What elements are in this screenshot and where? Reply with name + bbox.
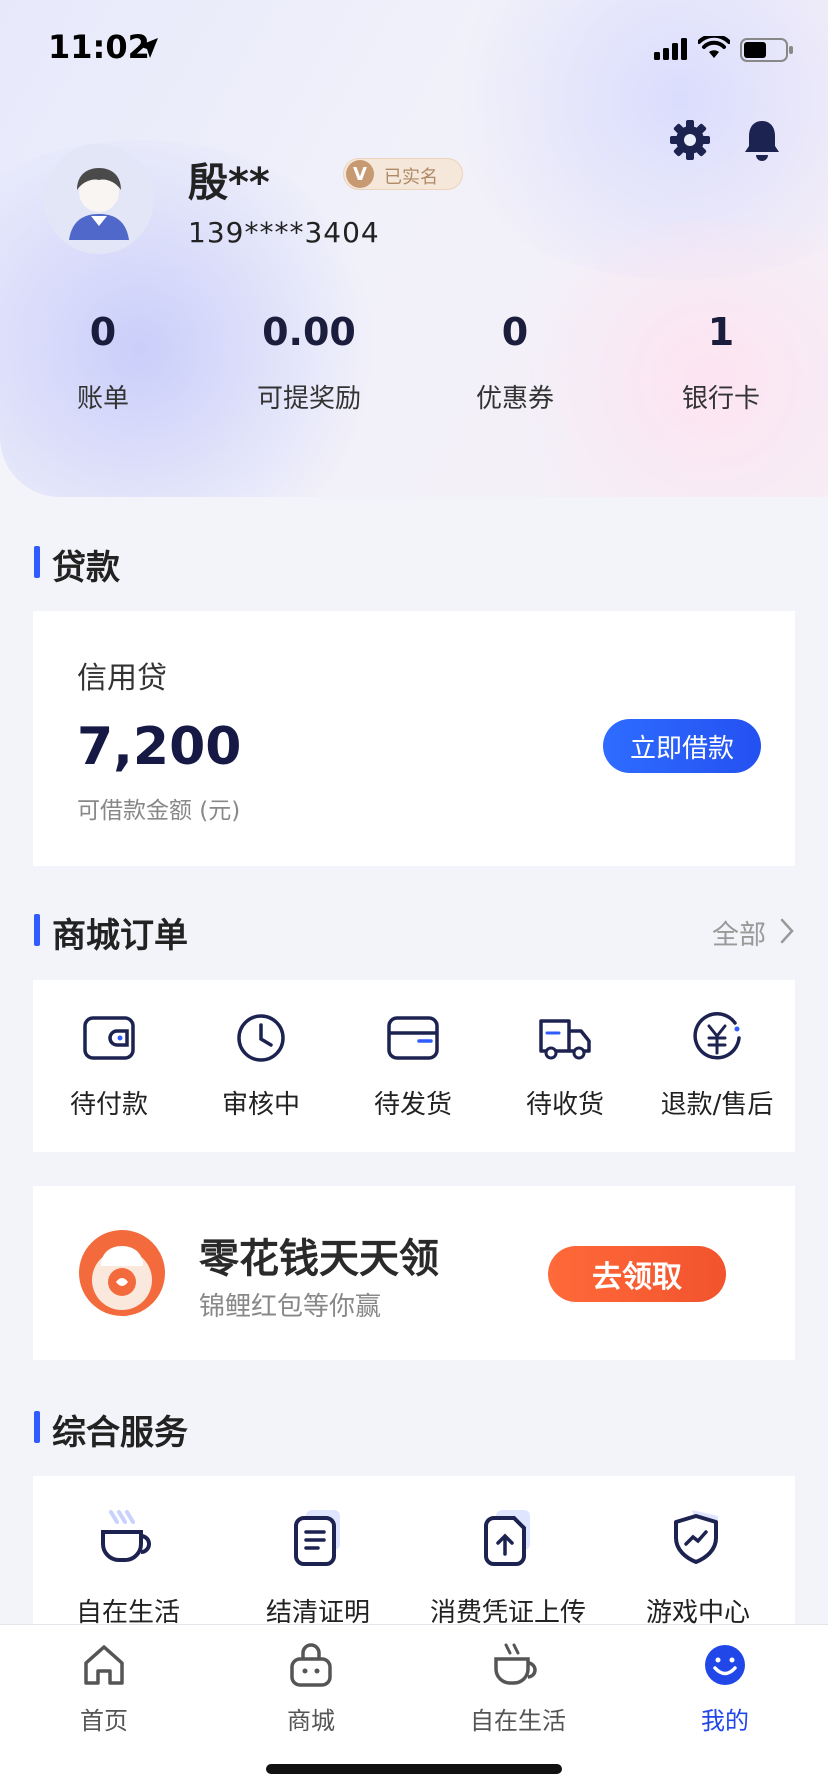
stat-coupons[interactable]: 0 优惠券: [412, 310, 618, 415]
user-avatar[interactable]: [44, 144, 154, 254]
verified-badge: V 已实名: [343, 158, 463, 190]
shield-icon: [674, 1510, 718, 1564]
order-item-label: 审核中: [221, 1090, 300, 1120]
order-item-label: 待收货: [525, 1090, 604, 1120]
promo-banner[interactable]: 零花钱天天领 锦鲤红包等你赢 去领取: [33, 1186, 795, 1360]
section-title-orders: 商城订单: [34, 908, 188, 957]
red-envelope-mascot-icon: [79, 1230, 165, 1316]
cellular-signal-icon: [654, 38, 687, 60]
loan-product-label: 信用贷: [77, 661, 167, 696]
tab-label: 自在生活: [470, 1707, 566, 1735]
shopping-bag-icon: [290, 1643, 332, 1687]
package-icon: [387, 1016, 439, 1060]
tab-label: 我的: [701, 1707, 749, 1735]
section-title-services: 综合服务: [34, 1405, 188, 1454]
promo-subtitle: 锦鲤红包等你赢: [199, 1292, 382, 1322]
document-icon: [294, 1510, 340, 1566]
tab-zizai-life[interactable]: 自在生活: [438, 1637, 598, 1736]
wallet-icon: [83, 1016, 135, 1060]
loan-amount-caption: 可借款金额 (元): [77, 798, 241, 824]
upload-file-icon: [484, 1510, 530, 1566]
order-item-label: 待发货: [373, 1090, 452, 1120]
wifi-icon: [698, 36, 730, 58]
order-item-label: 退款/售后: [660, 1090, 774, 1120]
tab-mine[interactable]: 我的: [645, 1637, 805, 1736]
user-phone: 139****3404: [188, 216, 380, 249]
user-name: 殷**: [188, 160, 270, 206]
stat-bank-cards[interactable]: 1 银行卡: [618, 310, 824, 415]
loan-amount: 7,200: [77, 717, 242, 777]
coffee-cup-icon: [101, 1510, 151, 1562]
service-zizai-life[interactable]: 自在生活: [33, 1506, 223, 1629]
status-time: 11:02: [48, 28, 150, 66]
stat-value: 1: [707, 310, 735, 354]
tab-mall[interactable]: 商城: [231, 1637, 391, 1736]
coffee-cup-icon: [494, 1643, 537, 1685]
services-card: 自在生活 结清证明 消费凭证上传 游戏中心: [33, 1476, 795, 1629]
stat-value: 0: [501, 310, 529, 354]
verified-badge-label: 已实名: [384, 167, 438, 188]
verified-v-icon: V: [346, 160, 374, 188]
stat-label: 可提奖励: [256, 384, 361, 414]
tab-label: 首页: [80, 1707, 128, 1735]
tab-label: 商城: [287, 1707, 335, 1735]
settings-gear-icon[interactable]: [668, 118, 712, 162]
stat-value: 0: [89, 310, 117, 354]
stat-label: 银行卡: [681, 384, 760, 414]
order-under-review[interactable]: 审核中: [185, 1010, 337, 1121]
order-item-label: 待付款: [69, 1090, 148, 1120]
home-indicator: [266, 1764, 562, 1774]
stat-rewards[interactable]: 0.00 可提奖励: [206, 310, 412, 415]
clock-icon: [237, 1014, 285, 1062]
stat-label: 账单: [76, 384, 129, 414]
stat-label: 优惠券: [475, 384, 554, 414]
tab-home[interactable]: 首页: [24, 1637, 184, 1736]
loan-card: 信用贷 7,200 可借款金额 (元) 立即借款: [33, 611, 795, 866]
orders-card: 待付款 审核中 待发货 待收货 退款/售后: [33, 980, 795, 1152]
promo-title: 零花钱天天领: [199, 1236, 439, 1282]
stat-value: 0.00: [262, 310, 356, 354]
stat-bills[interactable]: 0 账单: [0, 310, 206, 415]
yuan-refund-icon: [693, 1012, 741, 1060]
notification-bell-icon[interactable]: [742, 118, 782, 162]
truck-icon: [539, 1019, 591, 1060]
smile-icon: [705, 1645, 745, 1685]
location-arrow-icon: [138, 38, 158, 58]
claim-button[interactable]: 去领取: [548, 1246, 726, 1302]
orders-view-all-link[interactable]: 全部: [712, 913, 766, 952]
home-icon: [84, 1645, 124, 1685]
order-pending-shipment[interactable]: 待发货: [337, 1010, 489, 1121]
order-pending-payment[interactable]: 待付款: [33, 1010, 185, 1121]
service-voucher-upload[interactable]: 消费凭证上传: [413, 1506, 603, 1629]
order-refund-aftersale[interactable]: 退款/售后: [641, 1010, 793, 1121]
chevron-right-icon[interactable]: [780, 918, 794, 944]
service-game-center[interactable]: 游戏中心: [603, 1506, 793, 1629]
battery-icon: [740, 38, 793, 62]
section-title-loan: 贷款: [34, 540, 120, 589]
order-pending-receipt[interactable]: 待收货: [489, 1010, 641, 1121]
borrow-now-button[interactable]: 立即借款: [603, 719, 761, 773]
profile-header-background: [0, 0, 828, 497]
service-settlement-proof[interactable]: 结清证明: [223, 1506, 413, 1629]
